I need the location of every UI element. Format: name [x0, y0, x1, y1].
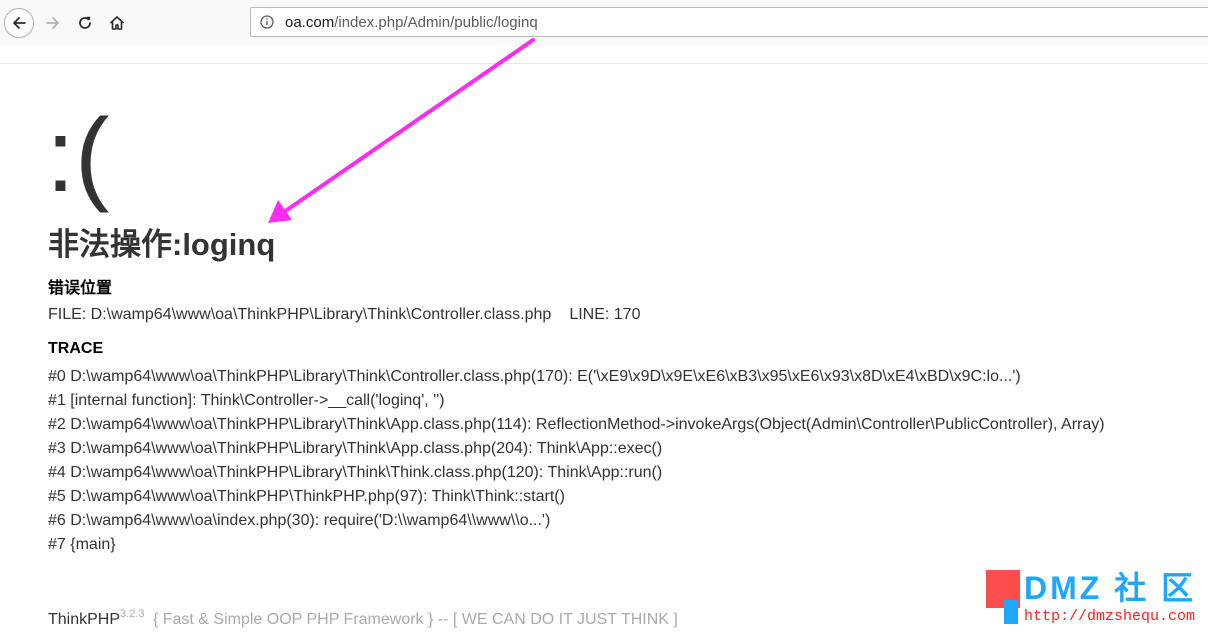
trace-heading: TRACE [48, 340, 104, 357]
forward-button[interactable] [38, 8, 68, 38]
error-location-heading: 错误位置 [48, 280, 113, 297]
trace-line: #2 D:\wamp64\www\oa\ThinkPHP\Library\Thi… [48, 416, 1105, 433]
annotation-arrow-shaft [282, 38, 535, 214]
home-icon [109, 16, 125, 30]
home-button[interactable] [102, 8, 132, 38]
sad-face: :( [46, 98, 110, 214]
error-file-info: FILE: D:\wamp64\www\oa\ThinkPHP\Library\… [48, 305, 640, 325]
watermark-url: http://dmzshequ.com [1024, 608, 1196, 625]
trace-line: #3 D:\wamp64\www\oa\ThinkPHP\Library\Thi… [48, 440, 663, 457]
framework-footer: ThinkPHP3.2.3 { Fast & Simple OOP PHP Fr… [48, 603, 678, 631]
url-text[interactable]: oa.com/index.php/Admin/public/loginq [285, 14, 538, 31]
trace-line: #0 D:\wamp64\www\oa\ThinkPHP\Library\Thi… [48, 368, 1021, 385]
trace-list: #0 D:\wamp64\www\oa\ThinkPHP\Library\Thi… [48, 365, 1105, 557]
trace-line: #6 D:\wamp64\www\oa\index.php(30): requi… [48, 512, 551, 529]
reload-button[interactable] [70, 8, 100, 38]
footer-brand: ThinkPHP [48, 611, 121, 628]
back-button[interactable] [4, 8, 34, 38]
trace-line: #5 D:\wamp64\www\oa\ThinkPHP\ThinkPHP.ph… [48, 488, 565, 505]
url-host: oa.com [285, 14, 335, 31]
watermark-blue-block [1004, 600, 1018, 624]
address-bar[interactable]: oa.com/index.php/Admin/public/loginq [250, 7, 1208, 37]
arrow-right-icon [46, 17, 59, 29]
trace-line: #1 [internal function]: Think\Controller… [48, 392, 445, 409]
trace-line: #4 D:\wamp64\www\oa\ThinkPHP\Library\Thi… [48, 464, 663, 481]
footer-slogan: { Fast & Simple OOP PHP Framework } -- [… [152, 611, 678, 628]
browser-toolbar: oa.com/index.php/Admin/public/loginq [0, 0, 1208, 46]
reload-icon [79, 16, 91, 29]
toolbar-divider [0, 63, 1208, 64]
footer-version: 3.2.3 [120, 608, 145, 620]
watermark-brand: DMZ 社 区 [1024, 570, 1197, 606]
info-icon[interactable] [260, 15, 274, 29]
arrow-left-icon [13, 17, 26, 29]
error-title: 非法操作:loginq [48, 227, 276, 262]
error-file-path: FILE: D:\wamp64\www\oa\ThinkPHP\Library\… [48, 306, 552, 323]
url-path: /index.php/Admin/public/loginq [334, 14, 538, 31]
watermark-logo: DMZ 社 区 http://dmzshequ.com [984, 568, 1208, 632]
error-line-number: LINE: 170 [569, 306, 641, 323]
annotation-arrow-head [268, 200, 292, 223]
trace-line: #7 {main} [48, 536, 116, 553]
